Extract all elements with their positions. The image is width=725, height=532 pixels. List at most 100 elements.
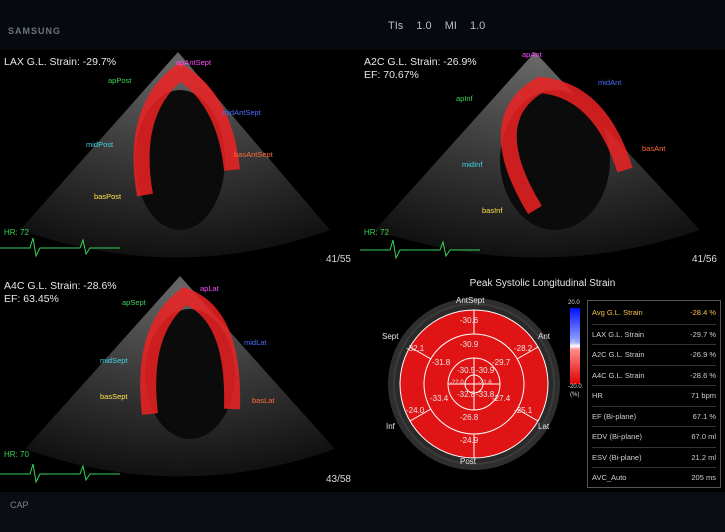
seg-label: midInf <box>462 160 483 169</box>
a4c-view[interactable]: A4C G.L. Strain: -28.6% EF: 63.45% apSep… <box>0 274 357 490</box>
scale-zero: 0 <box>572 340 576 346</box>
summary-key: HR <box>592 391 603 400</box>
seg-label: apPost <box>108 76 132 85</box>
wall-label: Lat <box>538 422 550 431</box>
segment-value: -33.8 <box>476 390 495 399</box>
a2c-strain-title: A2C G.L. Strain: -26.9% <box>364 56 477 68</box>
segment-value: -25.1 <box>514 406 533 415</box>
lax-strain-title: LAX G.L. Strain: -29.7% <box>4 56 117 68</box>
lax-view[interactable]: LAX G.L. Strain: -29.7% apAntSept midAnt… <box>0 50 357 272</box>
segment-value: -31.8 <box>432 358 451 367</box>
summary-row: LAX G.L. Strain -29.7 % <box>592 323 716 343</box>
segment-value: -30.9 <box>476 366 495 375</box>
wall-label: Post <box>460 457 477 466</box>
summary-key: LAX G.L. Strain <box>592 329 645 339</box>
segment-value: -30.5 <box>457 366 476 375</box>
color-scale-bar <box>570 308 580 384</box>
segment-value: -24.0 <box>406 406 425 415</box>
seg-label: apLat <box>200 284 219 293</box>
mi-value: 1.0 <box>470 20 486 32</box>
summary-value: 21.2 ml <box>691 452 716 462</box>
summary-key: Avg G.L. Strain <box>592 308 643 317</box>
scale-unit: (%) <box>570 392 580 398</box>
summary-value: -28.4 % <box>690 308 716 317</box>
summary-value: -28.6 % <box>690 370 716 380</box>
a4c-ef: EF: 63.45% <box>4 293 59 305</box>
segment-value: -24.9 <box>460 436 479 445</box>
segment-value: -22.0 <box>450 380 464 386</box>
acoustic-indices: TIs 1.0 MI 1.0 <box>388 20 495 32</box>
seg-label: basSept <box>100 392 128 401</box>
summary-key: AVC_Auto <box>592 473 627 482</box>
seg-label: midPost <box>86 140 114 149</box>
summary-row: Avg G.L. Strain -28.4 % <box>592 303 716 321</box>
summary-value: 67.0 ml <box>691 432 716 441</box>
seg-label: midAnt <box>598 78 622 87</box>
frame-counter: 41/55 <box>325 254 351 265</box>
segment-value: -28.2 <box>514 344 533 353</box>
seg-label: basInf <box>482 206 503 215</box>
scale-bottom: -20.0 <box>568 384 582 390</box>
bullseye-panel: Peak Systolic Longitudinal Strain AntSep… <box>360 274 725 490</box>
wall-label: AntSept <box>456 296 485 305</box>
seg-label: midLat <box>244 338 267 347</box>
summary-row: EF (Bi-plane) 67.1 % <box>592 405 716 425</box>
frame-counter: 41/56 <box>691 254 717 265</box>
summary-value: 71 bpm <box>690 391 716 400</box>
summary-key: ESV (Bi-plane) <box>592 452 642 462</box>
segment-value: -29.7 <box>492 358 511 367</box>
frame-counter: 43/58 <box>325 474 351 485</box>
wall-label: Ant <box>538 332 551 341</box>
heart-rate: HR: 72 <box>364 228 389 237</box>
seg-label: apAnt <box>522 50 542 59</box>
a2c-view[interactable]: A2C G.L. Strain: -26.9% EF: 70.67% apAnt… <box>360 50 725 272</box>
segment-value: -30.9 <box>460 340 479 349</box>
tis-value: 1.0 <box>416 20 432 32</box>
wall-label: Sept <box>382 332 399 341</box>
summary-row: A4C G.L. Strain -28.6 % <box>592 364 716 384</box>
segment-value: -33.4 <box>430 394 449 403</box>
lax-echo-image <box>0 52 330 258</box>
seg-label: apInf <box>456 94 473 103</box>
seg-label: midSept <box>100 356 128 365</box>
summary-row: HR 71 bpm <box>592 385 716 404</box>
heart-rate: HR: 70 <box>4 450 29 459</box>
a2c-echo-image <box>360 52 700 260</box>
top-bar: SAMSUNG TIs 1.0 MI 1.0 <box>0 0 725 50</box>
seg-label: basAnt <box>642 144 666 153</box>
tis-label: TIs <box>388 20 404 32</box>
seg-label: apSept <box>122 298 146 307</box>
wall-label: Inf <box>386 422 395 431</box>
segment-value: -30.6 <box>460 316 479 325</box>
seg-label: basPost <box>94 192 122 201</box>
summary-row: EDV (Bi-plane) 67.0 ml <box>592 426 716 445</box>
strain-summary-table: Avg G.L. Strain -28.4 % LAX G.L. Strain -29… <box>587 300 721 488</box>
seg-label: basLat <box>252 396 275 405</box>
a4c-echo-image <box>0 276 335 484</box>
a4c-strain-title: A4C G.L. Strain: -28.6% <box>4 280 117 292</box>
a2c-ef: EF: 70.67% <box>364 69 419 81</box>
bottom-bar: CAP <box>0 492 725 532</box>
summary-row: ESV (Bi-plane) 21.2 ml <box>592 446 716 466</box>
brand-logo: SAMSUNG <box>8 26 62 36</box>
summary-key: A2C G.L. Strain <box>592 350 645 359</box>
summary-value: 67.1 % <box>692 411 716 421</box>
summary-value: -29.7 % <box>690 329 716 339</box>
scale-top: 20.0 <box>568 300 580 306</box>
segment-value: -32.1 <box>406 344 425 353</box>
summary-key: EDV (Bi-plane) <box>592 432 643 441</box>
segment-value: -21.6 <box>478 380 492 386</box>
mi-label: MI <box>444 20 457 32</box>
summary-value: -26.9 % <box>690 350 716 359</box>
seg-label: basAntSept <box>234 150 273 159</box>
summary-value: 205 ms <box>691 473 716 482</box>
footer-label: CAP <box>10 500 29 510</box>
segment-value: -26.8 <box>460 413 479 422</box>
segment-value: -32.8 <box>457 390 476 399</box>
summary-row: AVC_Auto 205 ms <box>592 467 716 486</box>
summary-key: EF (Bi-plane) <box>592 411 637 421</box>
summary-row: A2C G.L. Strain -26.9 % <box>592 344 716 363</box>
segment-value: -27.4 <box>492 394 511 403</box>
summary-key: A4C G.L. Strain <box>592 370 645 380</box>
heart-rate: HR: 72 <box>4 228 29 237</box>
